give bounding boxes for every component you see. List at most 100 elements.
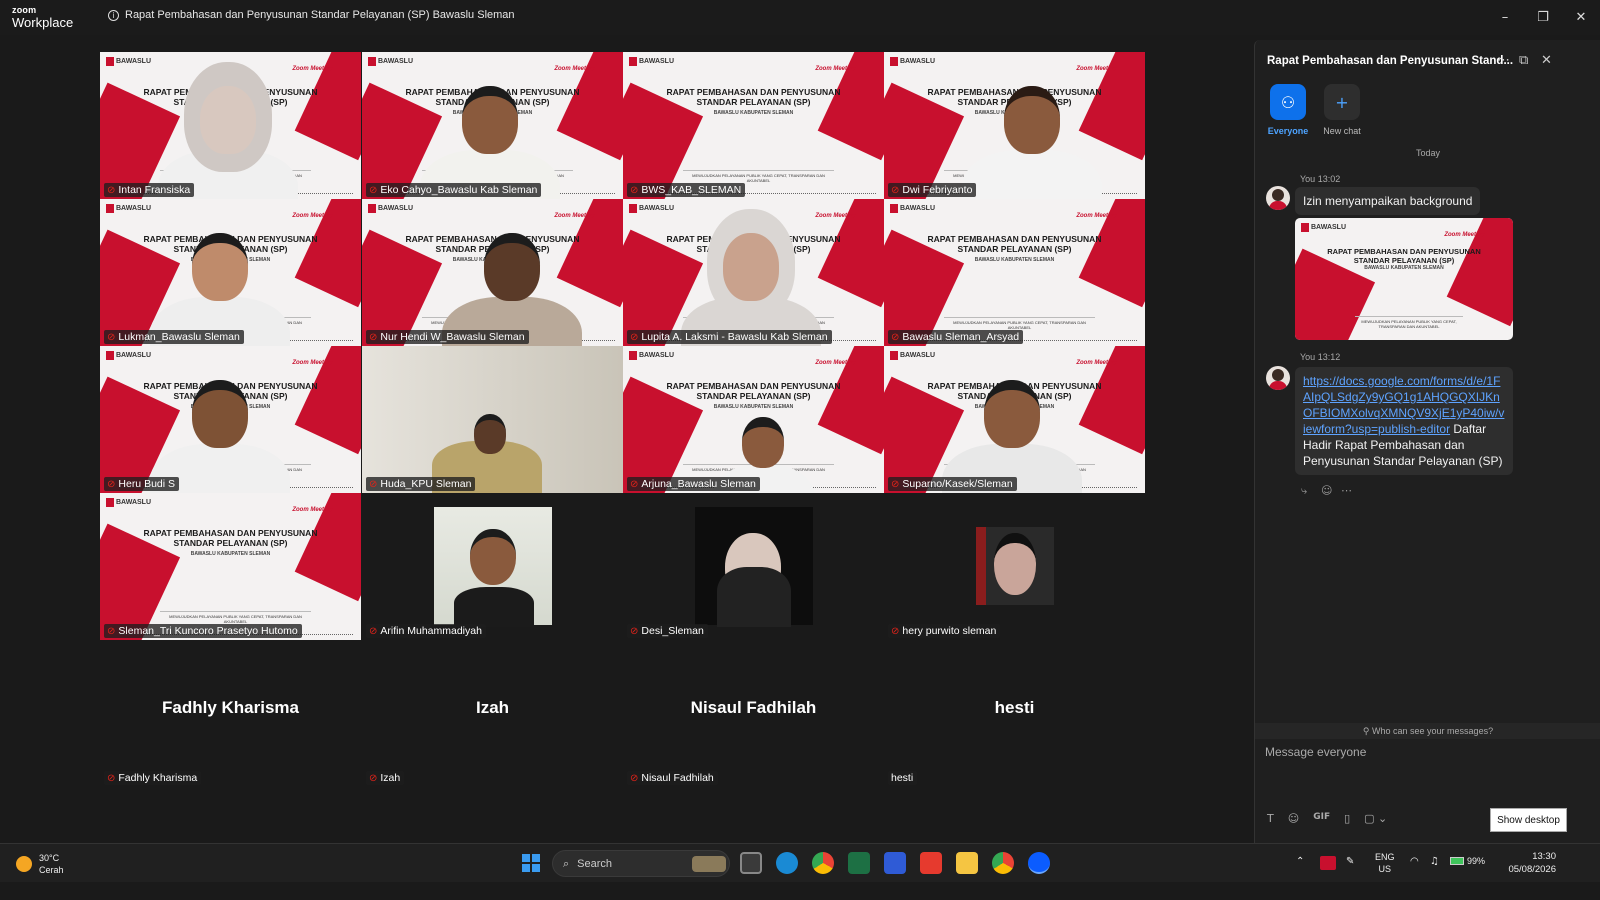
image-message[interactable]: BAWASLU Zoom Meeting RAPAT PEMBAHASAN DA… [1295,218,1513,340]
popout-icon[interactable]: ⧉ [1519,53,1528,68]
participant-tile[interactable]: BAWASLUZoom MeetingRAPAT PEMBAHASAN DAN … [362,52,623,199]
excel-icon[interactable] [848,852,870,874]
participant-name: ⊘ Lupita A. Laksmi - Bawaslu Kab Sleman [627,330,832,344]
participant-tile[interactable]: BAWASLUZoom MeetingRAPAT PEMBAHASAN DAN … [884,52,1145,199]
meeting-title[interactable]: i Rapat Pembahasan dan Penyusunan Standa… [108,9,515,21]
mic-muted-icon: ⊘ [630,478,639,490]
profile-photo [434,507,552,627]
participant-tile[interactable]: BAWASLUZoom MeetingRAPAT PEMBAHASAN DAN … [623,346,884,493]
meeting-title-text: Rapat Pembahasan dan Penyusunan Standar … [125,9,515,21]
privacy-notice[interactable]: ⚲ Who can see your messages? [1255,723,1600,739]
privacy-notice-text: Who can see your messages? [1372,726,1494,736]
mic-muted-icon: ⊘ [107,478,116,490]
mic-muted-icon: ⊘ [891,184,900,196]
more-icon[interactable]: ⋯ [1497,53,1510,68]
chrome-icon[interactable] [812,852,834,874]
edge-icon[interactable] [776,852,798,874]
info-icon[interactable]: i [108,9,119,21]
message-bubble[interactable]: Izin menyampaikan background [1295,187,1481,215]
mic-muted-icon: ⊘ [369,184,378,196]
close-chat-icon[interactable]: ✕ [1541,53,1552,68]
file-explorer-icon[interactable] [956,852,978,874]
message-meta: You 13:12 [1300,352,1341,362]
mic-muted-icon: ⊘ [369,772,378,784]
chevron-up-icon[interactable]: ⌃ [1296,856,1304,867]
tab-everyone[interactable]: ⚇ Everyone [1261,84,1315,136]
participant-tile[interactable]: Nisaul Fadhilah ⊘ Nisaul Fadhilah [623,640,884,787]
participant-tile[interactable]: BAWASLUZoom MeetingRAPAT PEMBAHASAN DAN … [623,52,884,199]
message-input[interactable]: Message everyone [1265,745,1366,759]
participant-name: ⊘ Lukman_Bawaslu Sleman [104,330,244,344]
participant-tile[interactable]: BAWASLUZoom MeetingRAPAT PEMBAHASAN DAN … [362,199,623,346]
weather-widget[interactable]: 30°C Cerah [16,852,64,876]
tab-new-chat[interactable]: + New chat [1315,84,1369,136]
screenshot-icon[interactable]: ▢ ⌄ [1364,812,1387,825]
participant-name: ⊘ Nisaul Fadhilah [627,771,718,785]
clock[interactable]: 13:30 05/08/2026 [1508,850,1556,876]
battery-indicator[interactable]: 99% [1450,856,1485,866]
task-view-icon[interactable] [740,852,762,874]
wps-icon[interactable] [920,852,942,874]
compose-toolbar: T ☺ GIF ▯ ▢ ⌄ [1267,812,1387,825]
participant-name: ⊘ Arifin Muhammadiyah [366,624,486,638]
file-icon[interactable]: ▯ [1344,812,1350,825]
participant-tile[interactable]: Fadhly Kharisma ⊘ Fadhly Kharisma [100,640,361,787]
participant-tile[interactable]: BAWASLUZoom MeetingRAPAT PEMBAHASAN DAN … [100,52,361,199]
participant-name: ⊘ Sleman_Tri Kuncoro Prasetyo Hutomo [104,624,302,638]
weather-condition: Cerah [39,865,64,875]
gif-icon[interactable]: GIF [1313,812,1330,825]
chrome-profile-icon[interactable] [992,852,1014,874]
mic-muted-icon: ⊘ [630,772,639,784]
brand-top: zoom [12,5,37,15]
participant-tile[interactable]: ⊘ Desi_Sleman [623,493,884,640]
avatar [1266,186,1290,210]
participant-name: ⊘ hery purwito sleman [888,624,1001,638]
pen-icon[interactable]: ✎ [1346,856,1354,867]
language-indicator[interactable]: ENG US [1375,851,1395,875]
participant-tile[interactable]: BAWASLUZoom MeetingRAPAT PEMBAHASAN DAN … [100,493,361,640]
participant-tile[interactable]: Izah ⊘ Izah [362,640,623,787]
volume-icon[interactable]: ♫ [1430,856,1439,867]
reply-icon[interactable]: ⤷ [1301,484,1307,498]
participant-name: ⊘ Heru Budi S [104,477,180,491]
more-actions-icon[interactable]: ⋯ [1341,484,1352,497]
mic-muted-icon: ⊘ [891,331,900,343]
tray-app-icon[interactable] [1320,856,1336,870]
taskbar: 30°C Cerah ⌕ Search ⌃ ✎ ENG US ◠ ♫ 99% 1… [0,843,1600,882]
emoji-react-icon[interactable]: ☺ [1321,484,1332,497]
participant-name: ⊘ Desi_Sleman [627,624,708,638]
store-icon[interactable] [884,852,906,874]
participant-name: ⊘ Arjuna_Bawaslu Sleman [627,477,760,491]
search-icon: ⌕ [563,856,570,870]
participant-tile[interactable]: BAWASLUZoom MeetingRAPAT PEMBAHASAN DAN … [623,199,884,346]
mic-muted-icon: ⊘ [107,184,116,196]
participant-tile[interactable]: ⊘ Arifin Muhammadiyah [362,493,623,640]
restore-button[interactable]: ❐ [1524,0,1562,35]
participant-tile[interactable]: ⊘ Huda_KPU Sleman [362,346,623,493]
chat-panel: Rapat Pembahasan dan Penyusunan Stand...… [1254,40,1600,860]
video-gallery: BAWASLUZoom MeetingRAPAT PEMBAHASAN DAN … [0,35,1254,860]
news-widget-icon[interactable] [692,856,726,872]
mic-muted-icon: ⊘ [891,478,900,490]
participant-tile[interactable]: BAWASLUZoom MeetingRAPAT PEMBAHASAN DAN … [100,346,361,493]
date-divider: Today [1415,148,1441,158]
mic-muted-icon: ⊘ [369,625,378,637]
profile-photo [976,527,1054,605]
wifi-icon[interactable]: ◠ [1410,856,1419,867]
participant-name: ⊘ BWS_KAB_SLEMAN [627,183,746,197]
plus-icon: + [1324,84,1360,120]
participant-tile[interactable]: BAWASLUZoom MeetingRAPAT PEMBAHASAN DAN … [100,199,361,346]
minimize-button[interactable]: – [1486,0,1524,35]
participant-tile[interactable]: BAWASLUZoom MeetingRAPAT PEMBAHASAN DAN … [884,346,1145,493]
format-text-icon[interactable]: T [1267,812,1274,825]
mic-muted-icon: ⊘ [107,625,116,637]
participant-name: ⊘ Fadhly Kharisma [104,771,202,785]
zoom-app-icon[interactable] [1028,852,1050,874]
close-button[interactable]: ✕ [1562,0,1600,35]
windows-start-icon[interactable] [522,854,540,872]
participant-tile[interactable]: BAWASLUZoom MeetingRAPAT PEMBAHASAN DAN … [884,199,1145,346]
participant-tile[interactable]: ⊘ hery purwito sleman [884,493,1145,640]
emoji-icon[interactable]: ☺ [1288,812,1299,825]
participant-tile[interactable]: hesti hesti [884,640,1145,787]
date: 05/08/2026 [1508,864,1556,875]
